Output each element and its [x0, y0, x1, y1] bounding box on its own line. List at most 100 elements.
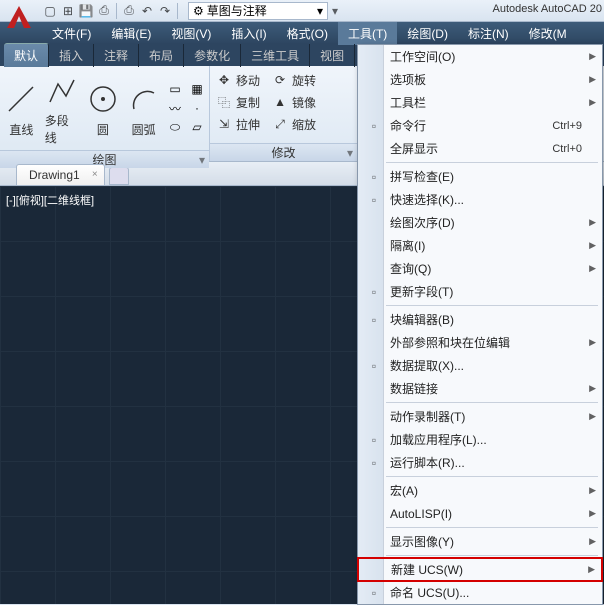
polyline-label: 多段线 [45, 112, 80, 146]
menu-item[interactable]: ▫命名 UCS(U)... [358, 581, 602, 604]
cmd-icon: ▫ [366, 118, 382, 134]
qsel-icon: ▫ [366, 192, 382, 208]
tools-menu-dropdown: 工作空间(O)▶选项板▶工具栏▶▫命令行Ctrl+9全屏显示Ctrl+0▫拼写检… [357, 44, 603, 605]
menu-item-label: 新建 UCS(W) [391, 561, 463, 578]
menu-item[interactable]: 全屏显示 Ctrl+0 [358, 137, 602, 160]
saveas-icon[interactable]: ⎙ [96, 3, 112, 19]
new-doc-tab[interactable] [109, 167, 129, 185]
move-tool[interactable]: ✥移动 [214, 70, 262, 90]
ribbon-tab-1[interactable]: 插入 [49, 44, 94, 67]
stretch-tool[interactable]: ⇲拉伸 [214, 114, 262, 134]
point-icon[interactable]: · [189, 100, 205, 116]
menu-item[interactable]: ▫ 加载应用程序(L)... [358, 428, 602, 451]
app-logo[interactable] [0, 0, 38, 34]
line-tool[interactable]: 直线 [4, 79, 39, 138]
menu-item[interactable]: ▫命令行Ctrl+9 [358, 114, 602, 137]
menu-item-8[interactable]: 修改(M [519, 22, 577, 45]
menu-item-1[interactable]: 编辑(E) [101, 22, 161, 45]
menu-item[interactable]: ▫ 快速选择(K)... [358, 188, 602, 211]
menu-item-label: AutoLISP(I) [390, 507, 452, 521]
ribbon-tab-5[interactable]: 三维工具 [241, 44, 310, 67]
ribbon-tab-2[interactable]: 注释 [94, 44, 139, 67]
menu-item-6[interactable]: 绘图(D) [397, 22, 458, 45]
submenu-arrow-icon: ▶ [589, 240, 596, 251]
mirror-tool[interactable]: ▲镜像 [270, 92, 318, 112]
hatch-icon[interactable]: ▦ [189, 81, 205, 97]
rotate-tool[interactable]: ⟳旋转 [270, 70, 318, 90]
doc-tab-drawing1[interactable]: Drawing1 × [16, 164, 105, 185]
menu-item[interactable]: 工作空间(O)▶ [358, 45, 602, 68]
menu-item-label: 快速选择(K)... [390, 191, 464, 208]
workspace-dropdown[interactable]: ⚙ 草图与注释 ▾ [188, 2, 328, 20]
submenu-arrow-icon: ▶ [589, 485, 596, 496]
menu-item[interactable]: 新建 UCS(W)▶ [357, 557, 603, 582]
menu-separator [386, 527, 598, 528]
menu-item[interactable]: ▫数据提取(X)... [358, 354, 602, 377]
menu-item[interactable]: 外部参照和块在位编辑▶ [358, 331, 602, 354]
menu-item[interactable]: 数据链接▶ [358, 377, 602, 400]
menu-item[interactable]: 宏(A)▶ [358, 479, 602, 502]
menu-item[interactable]: 选项板▶ [358, 68, 602, 91]
submenu-arrow-icon: ▶ [589, 97, 596, 108]
menu-item-4[interactable]: 格式(O) [277, 22, 338, 45]
menu-item[interactable]: 动作录制器(T)▶ [358, 405, 602, 428]
chevron-down-icon: ▾ [317, 4, 323, 18]
menu-item-label: 命名 UCS(U)... [390, 584, 469, 601]
menu-item[interactable]: 查询(Q)▶ [358, 257, 602, 280]
ribbon-tab-4[interactable]: 参数化 [184, 44, 241, 67]
polyline-tool[interactable]: 多段线 [45, 70, 80, 146]
menu-separator [386, 162, 598, 163]
circle-label: 圆 [97, 121, 109, 138]
save-icon[interactable]: 💾 [78, 3, 94, 19]
menu-item[interactable]: ▫拼写检查(E) [358, 165, 602, 188]
menu-item-3[interactable]: 插入(I) [221, 22, 276, 45]
menu-item[interactable]: 显示图像(Y)▶ [358, 530, 602, 553]
arc-tool[interactable]: 圆弧 [126, 79, 161, 138]
menu-item[interactable]: 工具栏▶ [358, 91, 602, 114]
menu-item[interactable]: ▫块编辑器(B) [358, 308, 602, 331]
qat-more-icon[interactable]: ▾ [332, 4, 338, 18]
menu-item-7[interactable]: 标注(N) [458, 22, 519, 45]
undo-icon[interactable]: ↶ [139, 3, 155, 19]
ribbon-tab-3[interactable]: 布局 [139, 44, 184, 67]
menu-item-0[interactable]: 文件(F) [42, 22, 101, 45]
line-label: 直线 [9, 121, 33, 138]
open-icon[interactable]: ⊞ [60, 3, 76, 19]
plot-icon[interactable]: ⎙ [121, 3, 137, 19]
menu-item-label: 拼写检查(E) [390, 168, 454, 185]
extract-icon: ▫ [366, 358, 382, 374]
submenu-arrow-icon: ▶ [589, 536, 596, 547]
menu-item[interactable]: ▫运行脚本(R)... [358, 451, 602, 474]
menu-separator [386, 476, 598, 477]
ellipse-icon[interactable]: ⬭ [167, 119, 183, 135]
scale-tool[interactable]: ⤢缩放 [270, 114, 318, 134]
rect-icon[interactable]: ▭ [167, 81, 183, 97]
load-icon: ▫ [366, 432, 382, 448]
circle-tool[interactable]: 圆 [86, 79, 121, 138]
modify-panel-title[interactable]: 修改▾ [210, 143, 357, 161]
menu-item[interactable]: ▫更新字段(T) [358, 280, 602, 303]
menu-item-2[interactable]: 视图(V) [161, 22, 221, 45]
menu-item-label: 加载应用程序(L)... [390, 431, 487, 448]
menu-item-label: 命令行 [390, 117, 426, 134]
ribbon-tab-6[interactable]: 视图 [310, 44, 355, 67]
menu-item[interactable]: 隔离(I)▶ [358, 234, 602, 257]
spline-icon[interactable]: 〰 [167, 100, 183, 116]
menu-item[interactable]: 绘图次序(D)▶ [358, 211, 602, 234]
viewport-label[interactable]: [-][俯视][二维线框] [6, 192, 94, 208]
workspace-label: 草图与注释 [207, 2, 267, 19]
menu-item[interactable]: AutoLISP(I)▶ [358, 502, 602, 525]
menu-item-label: 更新字段(T) [390, 283, 453, 300]
block-icon: ▫ [366, 312, 382, 328]
menu-item-label: 动作录制器(T) [390, 408, 465, 425]
region-icon[interactable]: ▱ [189, 119, 205, 135]
menu-shortcut: Ctrl+0 [552, 143, 582, 155]
menu-item-5[interactable]: 工具(T) [338, 22, 397, 45]
menu-item-label: 全屏显示 [390, 140, 438, 157]
redo-icon[interactable]: ↷ [157, 3, 173, 19]
close-tab-icon[interactable]: × [92, 169, 98, 180]
new-icon[interactable]: ▢ [42, 3, 58, 19]
menu-item-label: 选项板 [390, 71, 426, 88]
ribbon-tab-0[interactable]: 默认 [4, 43, 49, 67]
copy-tool[interactable]: ⿻复制 [214, 92, 262, 112]
